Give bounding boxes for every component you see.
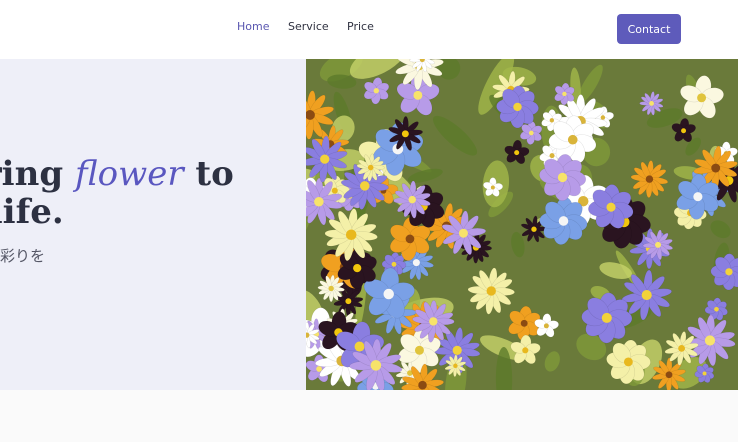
nav-price-link[interactable]: Price bbox=[347, 20, 374, 33]
hero-title-line2: r life. bbox=[0, 192, 64, 232]
flower-illustration bbox=[306, 59, 738, 390]
hero-title-suffix: to bbox=[195, 154, 234, 194]
next-section-band bbox=[0, 390, 738, 442]
nav-service-link[interactable]: Service bbox=[288, 20, 329, 33]
hero-title: bring flower to r life. bbox=[0, 155, 234, 231]
hero-subtitle: 活に彩りを bbox=[0, 247, 46, 265]
hero-title-prefix: bring bbox=[0, 154, 64, 194]
flower-hero-image bbox=[306, 59, 738, 390]
top-navigation-bar: Home Service Price Contact bbox=[0, 0, 738, 59]
contact-button[interactable]: Contact bbox=[617, 14, 681, 44]
hero-title-accent: flower bbox=[74, 154, 184, 194]
nav-home-link[interactable]: Home bbox=[237, 20, 269, 33]
